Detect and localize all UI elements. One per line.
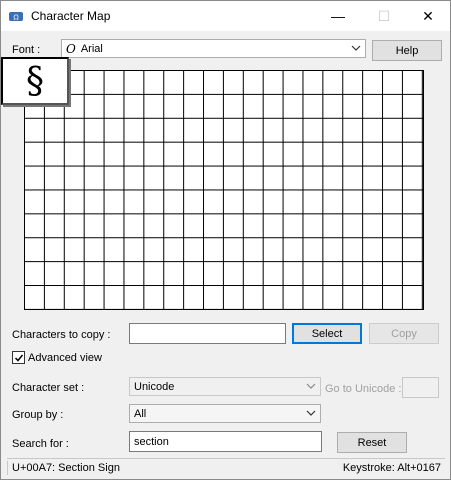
- minimize-button[interactable]: —: [315, 1, 361, 31]
- font-select-value: Arial: [80, 42, 103, 55]
- checkmark-icon: [14, 354, 24, 362]
- status-bar: U+00A7: Section Sign Keystroke: Alt+0167: [7, 458, 445, 476]
- maximize-button[interactable]: ☐: [361, 1, 407, 31]
- close-button[interactable]: ✕: [405, 1, 451, 31]
- character-set-label: Character set :: [12, 382, 85, 394]
- characters-to-copy-input[interactable]: [129, 323, 286, 344]
- opentype-font-icon: O: [66, 41, 76, 56]
- font-select[interactable]: O Arial: [61, 39, 366, 58]
- minimize-icon: —: [331, 8, 345, 24]
- search-for-label: Search for :: [12, 438, 69, 450]
- status-keystroke: Keystroke: Alt+0167: [342, 462, 441, 474]
- go-to-unicode-label: Go to Unicode :: [325, 383, 402, 395]
- close-icon: ✕: [422, 7, 434, 24]
- title-bar[interactable]: Ω Character Map — ☐ ✕: [1, 1, 450, 31]
- group-by-value: All: [134, 407, 147, 420]
- characters-to-copy-label: Characters to copy :: [12, 329, 111, 341]
- font-label: Font :: [12, 44, 41, 56]
- character-map-window: Ω Character Map — ☐ ✕ Font : O Arial Hel…: [0, 0, 451, 480]
- enlarged-character: §: [1, 57, 69, 105]
- copy-button[interactable]: Copy: [369, 323, 439, 344]
- chevron-down-icon: [306, 383, 316, 389]
- go-to-unicode-input[interactable]: [402, 377, 439, 398]
- svg-text:Ω: Ω: [13, 14, 19, 22]
- window-title: Character Map: [31, 9, 111, 23]
- character-grid[interactable]: [24, 70, 424, 310]
- reset-button[interactable]: Reset: [337, 432, 407, 453]
- group-by-select[interactable]: All: [129, 404, 321, 423]
- character-set-value: Unicode: [134, 380, 175, 393]
- chevron-down-icon: [306, 410, 316, 416]
- help-button[interactable]: Help: [372, 40, 442, 61]
- character-set-select[interactable]: Unicode: [129, 377, 321, 396]
- advanced-view-label[interactable]: Advanced view: [28, 352, 102, 364]
- chevron-down-icon: [351, 45, 361, 51]
- group-by-label: Group by :: [12, 409, 64, 421]
- advanced-view-checkbox[interactable]: [12, 351, 25, 364]
- status-divider: [7, 461, 8, 475]
- search-input[interactable]: section: [129, 431, 322, 452]
- select-button[interactable]: Select: [292, 323, 362, 344]
- maximize-icon: ☐: [377, 7, 391, 24]
- app-icon: Ω: [9, 12, 23, 22]
- status-character-name: U+00A7: Section Sign: [12, 462, 120, 474]
